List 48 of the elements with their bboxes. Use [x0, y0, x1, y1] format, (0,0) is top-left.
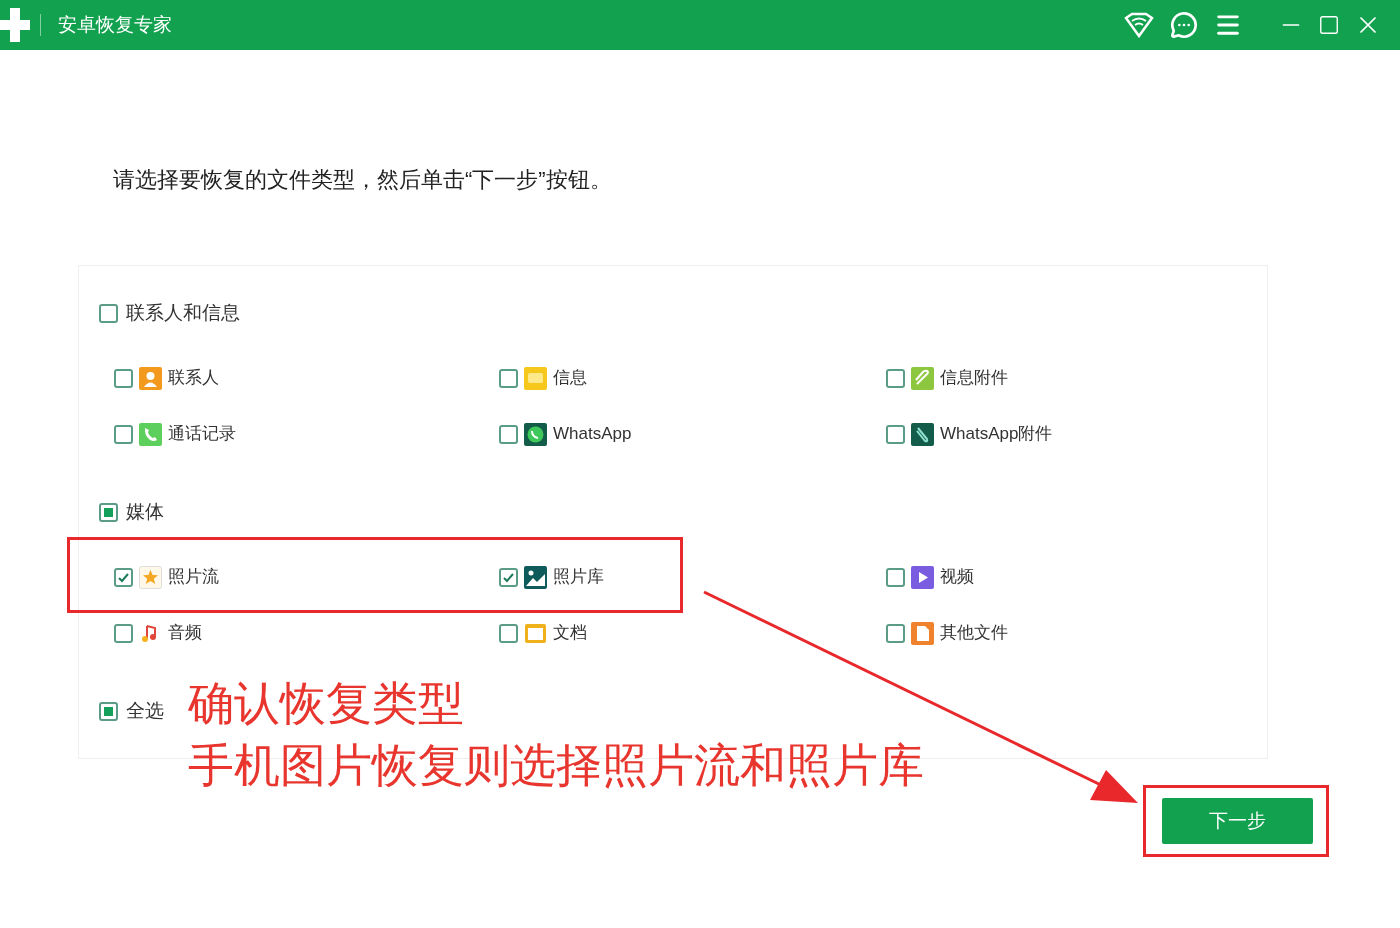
image-icon	[524, 565, 547, 589]
checkbox[interactable]	[886, 623, 905, 643]
file-type-label: WhatsApp附件	[940, 423, 1053, 446]
chat-icon[interactable]	[1170, 11, 1198, 39]
wifi-diamond-icon[interactable]	[1124, 12, 1154, 38]
instruction-text: 请选择要恢复的文件类型，然后单击“下一步”按钮。	[113, 166, 613, 194]
select-all-label: 全选	[126, 698, 164, 723]
play-icon	[911, 565, 934, 589]
checkbox[interactable]	[114, 424, 133, 444]
checkbox[interactable]	[499, 567, 518, 587]
file-icon	[911, 621, 934, 645]
file-type-label: 文档	[553, 622, 587, 645]
folder-icon	[524, 621, 547, 645]
person-icon	[139, 366, 162, 390]
file-type-label: 通话记录	[168, 423, 236, 446]
paperclip-icon	[911, 366, 934, 390]
file-type-label: 视频	[940, 566, 974, 589]
annotation-text: 确认恢复类型 手机图片恢复则选择照片流和照片库	[188, 676, 924, 793]
checkbox[interactable]	[99, 303, 118, 323]
checkbox[interactable]	[99, 502, 118, 522]
file-type-label: 其他文件	[940, 622, 1008, 645]
file-type-label: 照片库	[553, 566, 604, 589]
file-type-label: 信息附件	[940, 367, 1008, 390]
checkbox[interactable]	[114, 623, 133, 643]
chat-bubble-icon	[524, 422, 547, 446]
checkbox[interactable]	[114, 567, 133, 587]
checkbox[interactable]	[886, 368, 905, 388]
group-label: 联系人和信息	[126, 300, 240, 325]
file-type-label: 音频	[168, 622, 202, 645]
paperclip-icon	[911, 422, 934, 446]
file-type-label: 信息	[553, 367, 587, 390]
file-type-label: 联系人	[168, 367, 219, 390]
plus-logo-icon	[0, 8, 30, 42]
checkbox[interactable]	[499, 368, 518, 388]
next-button[interactable]: 下一步	[1162, 798, 1313, 844]
window-title: 安卓恢复专家	[58, 12, 172, 37]
checkbox[interactable]	[499, 623, 518, 643]
checkbox[interactable]	[499, 424, 518, 444]
checkbox[interactable]	[114, 368, 133, 388]
phone-icon	[139, 422, 162, 446]
file-type-label: 照片流	[168, 566, 219, 589]
checkbox[interactable]	[886, 567, 905, 587]
message-icon	[524, 366, 547, 390]
group-label: 媒体	[126, 499, 164, 524]
maximize-icon[interactable]	[1318, 14, 1340, 36]
checkbox[interactable]	[886, 424, 905, 444]
file-type-label: WhatsApp	[553, 423, 632, 446]
checkbox[interactable]	[99, 701, 118, 721]
